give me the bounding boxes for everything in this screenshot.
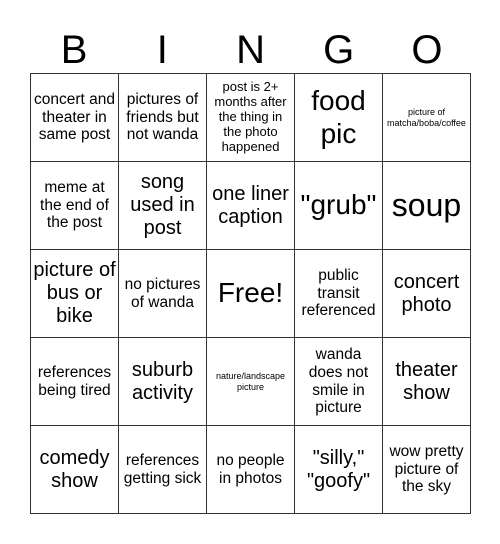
bingo-cell[interactable]: food pic [295, 74, 383, 162]
bingo-cell[interactable]: song used in post [119, 162, 207, 250]
bingo-cell[interactable]: picture of bus or bike [31, 250, 119, 338]
bingo-cell[interactable]: comedy show [31, 426, 119, 514]
bingo-cell[interactable]: concert photo [383, 250, 471, 338]
header-letter-n: N [236, 28, 265, 72]
bingo-cell[interactable]: nature/landscape picture [207, 338, 295, 426]
bingo-cell[interactable]: one liner caption [207, 162, 295, 250]
bingo-cell[interactable]: post is 2+ months after the thing in the… [207, 74, 295, 162]
bingo-cell[interactable]: theater show [383, 338, 471, 426]
bingo-cell[interactable]: references getting sick [119, 426, 207, 514]
header-letter-o: O [411, 28, 443, 72]
bingo-cell[interactable]: meme at the end of the post [31, 162, 119, 250]
bingo-header: B I N G O [30, 28, 471, 73]
bingo-cell[interactable]: wanda does not smile in picture [295, 338, 383, 426]
bingo-cell[interactable]: "silly," "goofy" [295, 426, 383, 514]
bingo-cell[interactable]: wow pretty picture of the sky [383, 426, 471, 514]
header-letter-g: G [323, 28, 355, 72]
bingo-cell[interactable]: public transit referenced [295, 250, 383, 338]
header-letter-i: I [156, 28, 168, 72]
free-space-cell[interactable]: Free! [207, 250, 295, 338]
bingo-cell[interactable]: concert and theater in same post [31, 74, 119, 162]
bingo-cell[interactable]: soup [383, 162, 471, 250]
bingo-card-grid: concert and theater in same post pictures… [30, 73, 471, 514]
bingo-cell[interactable]: pictures of friends but not wanda [119, 74, 207, 162]
bingo-cell[interactable]: "grub" [295, 162, 383, 250]
bingo-cell[interactable]: no people in photos [207, 426, 295, 514]
bingo-cell[interactable]: picture of matcha/boba/coffee [383, 74, 471, 162]
bingo-cell[interactable]: no pictures of wanda [119, 250, 207, 338]
header-letter-b: B [60, 28, 88, 72]
bingo-cell[interactable]: suburb activity [119, 338, 207, 426]
bingo-cell[interactable]: references being tired [31, 338, 119, 426]
